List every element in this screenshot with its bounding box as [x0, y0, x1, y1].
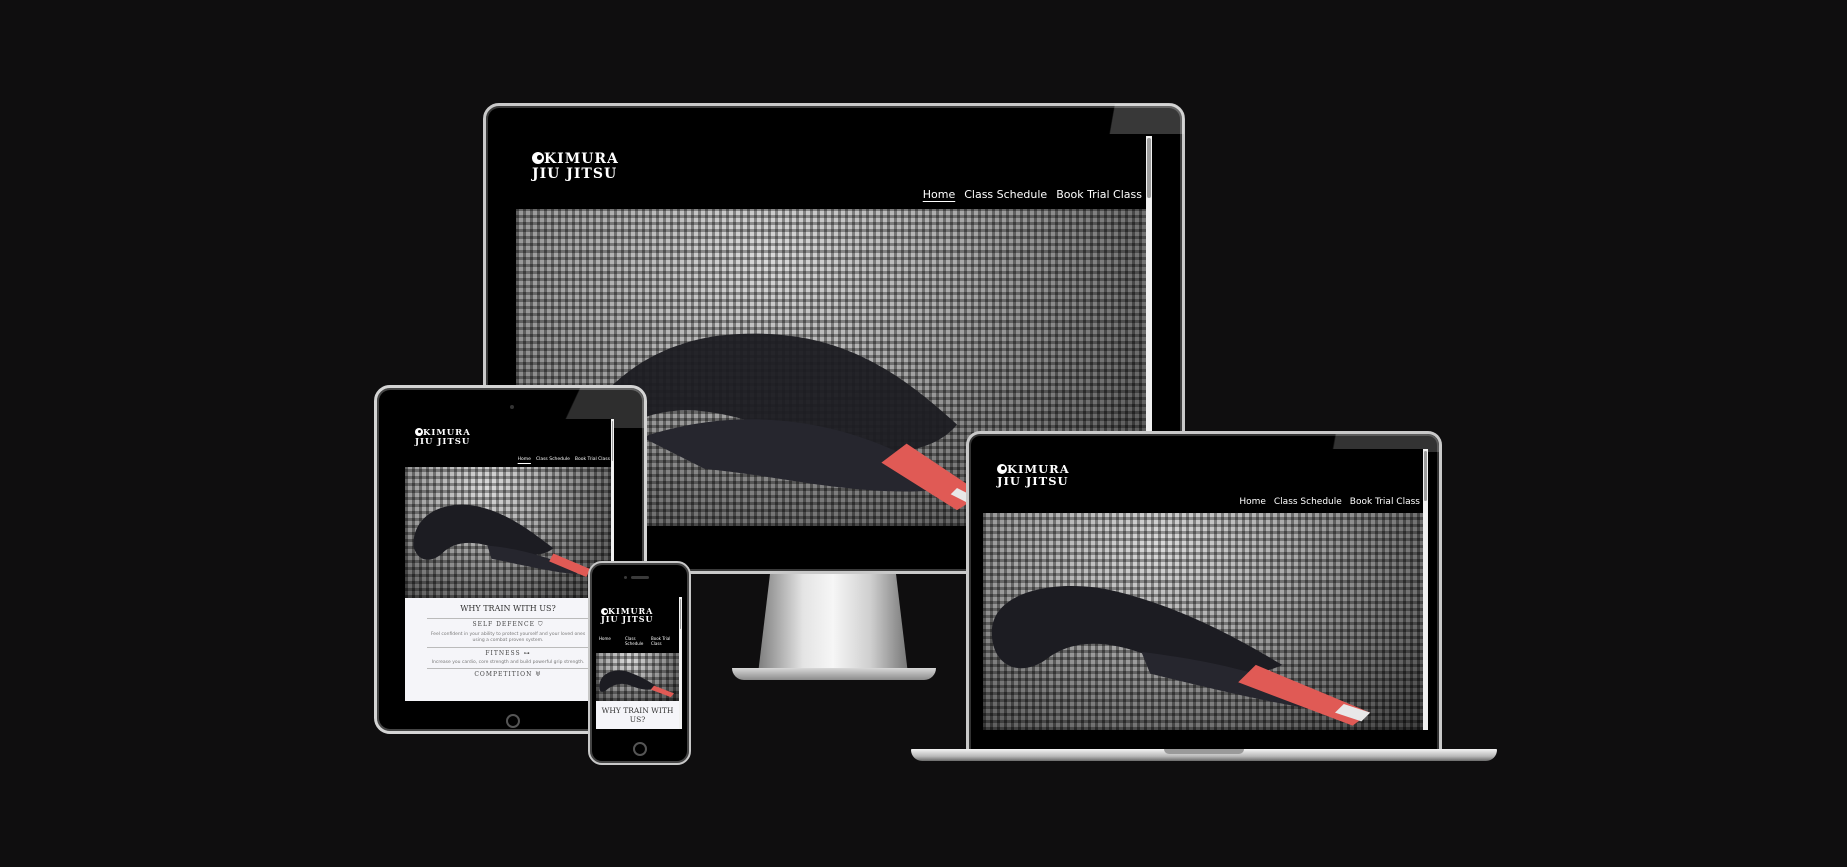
speaker-grille — [631, 576, 649, 579]
site-logo[interactable]: KIMURA JIU JITSU — [601, 607, 654, 624]
feature-title-fitness: FITNESS ⊶ — [427, 646, 589, 657]
laptop-device: KIMURA JIU JITSU Home Class Schedule Boo… — [966, 431, 1442, 752]
logo-line-2: JIU JITSU — [532, 165, 618, 182]
logo-mark-icon — [601, 608, 608, 615]
scrollbar[interactable] — [679, 597, 682, 729]
nav-class-schedule[interactable]: Class Schedule — [625, 636, 645, 646]
home-button[interactable] — [633, 742, 647, 756]
nav-home[interactable]: Home — [1239, 497, 1266, 507]
nav-home[interactable]: Home — [599, 636, 619, 646]
nav-home[interactable]: Home — [518, 457, 531, 462]
why-train-section: WHY TRAIN WITH US? — [596, 701, 679, 729]
section-heading: WHY TRAIN WITH US? — [460, 604, 556, 613]
shield-icon: ⛉ — [537, 621, 544, 628]
logo-line-2: JIU JITSU — [997, 474, 1069, 489]
nav-class-schedule[interactable]: Class Schedule — [536, 457, 570, 462]
logo-mark-icon — [532, 152, 544, 164]
scrollbar[interactable] — [1423, 449, 1428, 730]
phone-device: KIMURA JIU JITSU Home Class Schedule Boo… — [588, 561, 691, 765]
hero-image — [596, 653, 679, 701]
logo-mark-icon — [415, 428, 423, 436]
nav-book-trial-class[interactable]: Book Trial Class — [651, 636, 671, 646]
main-nav: Home Class Schedule Book Trial Class — [599, 636, 671, 646]
scrollbar-thumb[interactable] — [1147, 138, 1151, 198]
monitor-stand-base — [732, 668, 936, 680]
logo-line-2: JIU JITSU — [415, 436, 471, 447]
logo-mark-icon — [997, 464, 1007, 474]
site-logo[interactable]: KIMURA JIU JITSU — [532, 152, 619, 181]
laptop-notch — [1164, 749, 1244, 754]
scrollbar-thumb[interactable] — [680, 599, 681, 629]
home-button[interactable] — [506, 714, 520, 728]
website-laptop: KIMURA JIU JITSU Home Class Schedule Boo… — [983, 449, 1428, 730]
site-logo[interactable]: KIMURA JIU JITSU — [997, 463, 1070, 487]
scrollbar-thumb[interactable] — [612, 421, 613, 461]
website-tablet: KIMURA JIU JITSU Home Class Schedule Boo… — [405, 419, 614, 701]
nav-home[interactable]: Home — [923, 188, 955, 201]
camera-icon — [510, 405, 514, 409]
nav-book-trial-class[interactable]: Book Trial Class — [1350, 497, 1420, 507]
belt-image — [991, 585, 1371, 726]
feature-title-self-defence: SELF DEFENCE ⛉ — [427, 618, 589, 629]
hero-image — [405, 467, 611, 598]
main-nav: Home Class Schedule Book Trial Class — [1239, 497, 1420, 507]
monitor-stand — [732, 574, 936, 694]
feature-text-fitness: Increase you cardio, core strength and b… — [431, 659, 585, 665]
nav-class-schedule[interactable]: Class Schedule — [1274, 497, 1342, 507]
monitor-stand-neck — [758, 574, 908, 674]
site-header: KIMURA JIU JITSU Home Class Schedule Boo… — [983, 449, 1428, 513]
feature-text-self-defence: Feel confident in your ability to protec… — [430, 632, 586, 644]
hero-image — [983, 513, 1423, 730]
scrollbar-thumb[interactable] — [1424, 451, 1427, 501]
dumbbell-icon: ⊶ — [523, 649, 531, 657]
feature-title-competition: COMPETITION ♅ — [427, 667, 589, 678]
laptop-base — [911, 749, 1497, 767]
belt-image — [413, 504, 591, 578]
site-logo[interactable]: KIMURA JIU JITSU — [415, 428, 471, 447]
logo-line-1: KIMURA — [544, 151, 619, 167]
nav-book-trial-class[interactable]: Book Trial Class — [1056, 188, 1142, 201]
website-phone: KIMURA JIU JITSU Home Class Schedule Boo… — [596, 597, 682, 729]
camera-icon — [624, 576, 627, 579]
why-train-section: WHY TRAIN WITH US? SELF DEFENCE ⛉ Feel c… — [405, 598, 611, 701]
section-heading: WHY TRAIN WITH US? — [601, 706, 674, 724]
logo-line-2: JIU JITSU — [601, 614, 654, 625]
site-header: KIMURA JIU JITSU Home Class Schedule Boo… — [405, 419, 614, 467]
nav-book-trial-class[interactable]: Book Trial Class — [575, 457, 610, 462]
nav-class-schedule[interactable]: Class Schedule — [964, 188, 1047, 201]
main-nav: Home Class Schedule Book Trial Class — [923, 188, 1142, 201]
site-header: KIMURA JIU JITSU Home Class Schedule Boo… — [596, 597, 682, 653]
main-nav: Home Class Schedule Book Trial Class — [518, 457, 610, 462]
site-header: KIMURA JIU JITSU Home Class Schedule Boo… — [516, 136, 1152, 209]
screen-glare — [1074, 104, 1184, 134]
belt-image — [599, 670, 675, 698]
trophy-icon: ♅ — [535, 670, 542, 678]
